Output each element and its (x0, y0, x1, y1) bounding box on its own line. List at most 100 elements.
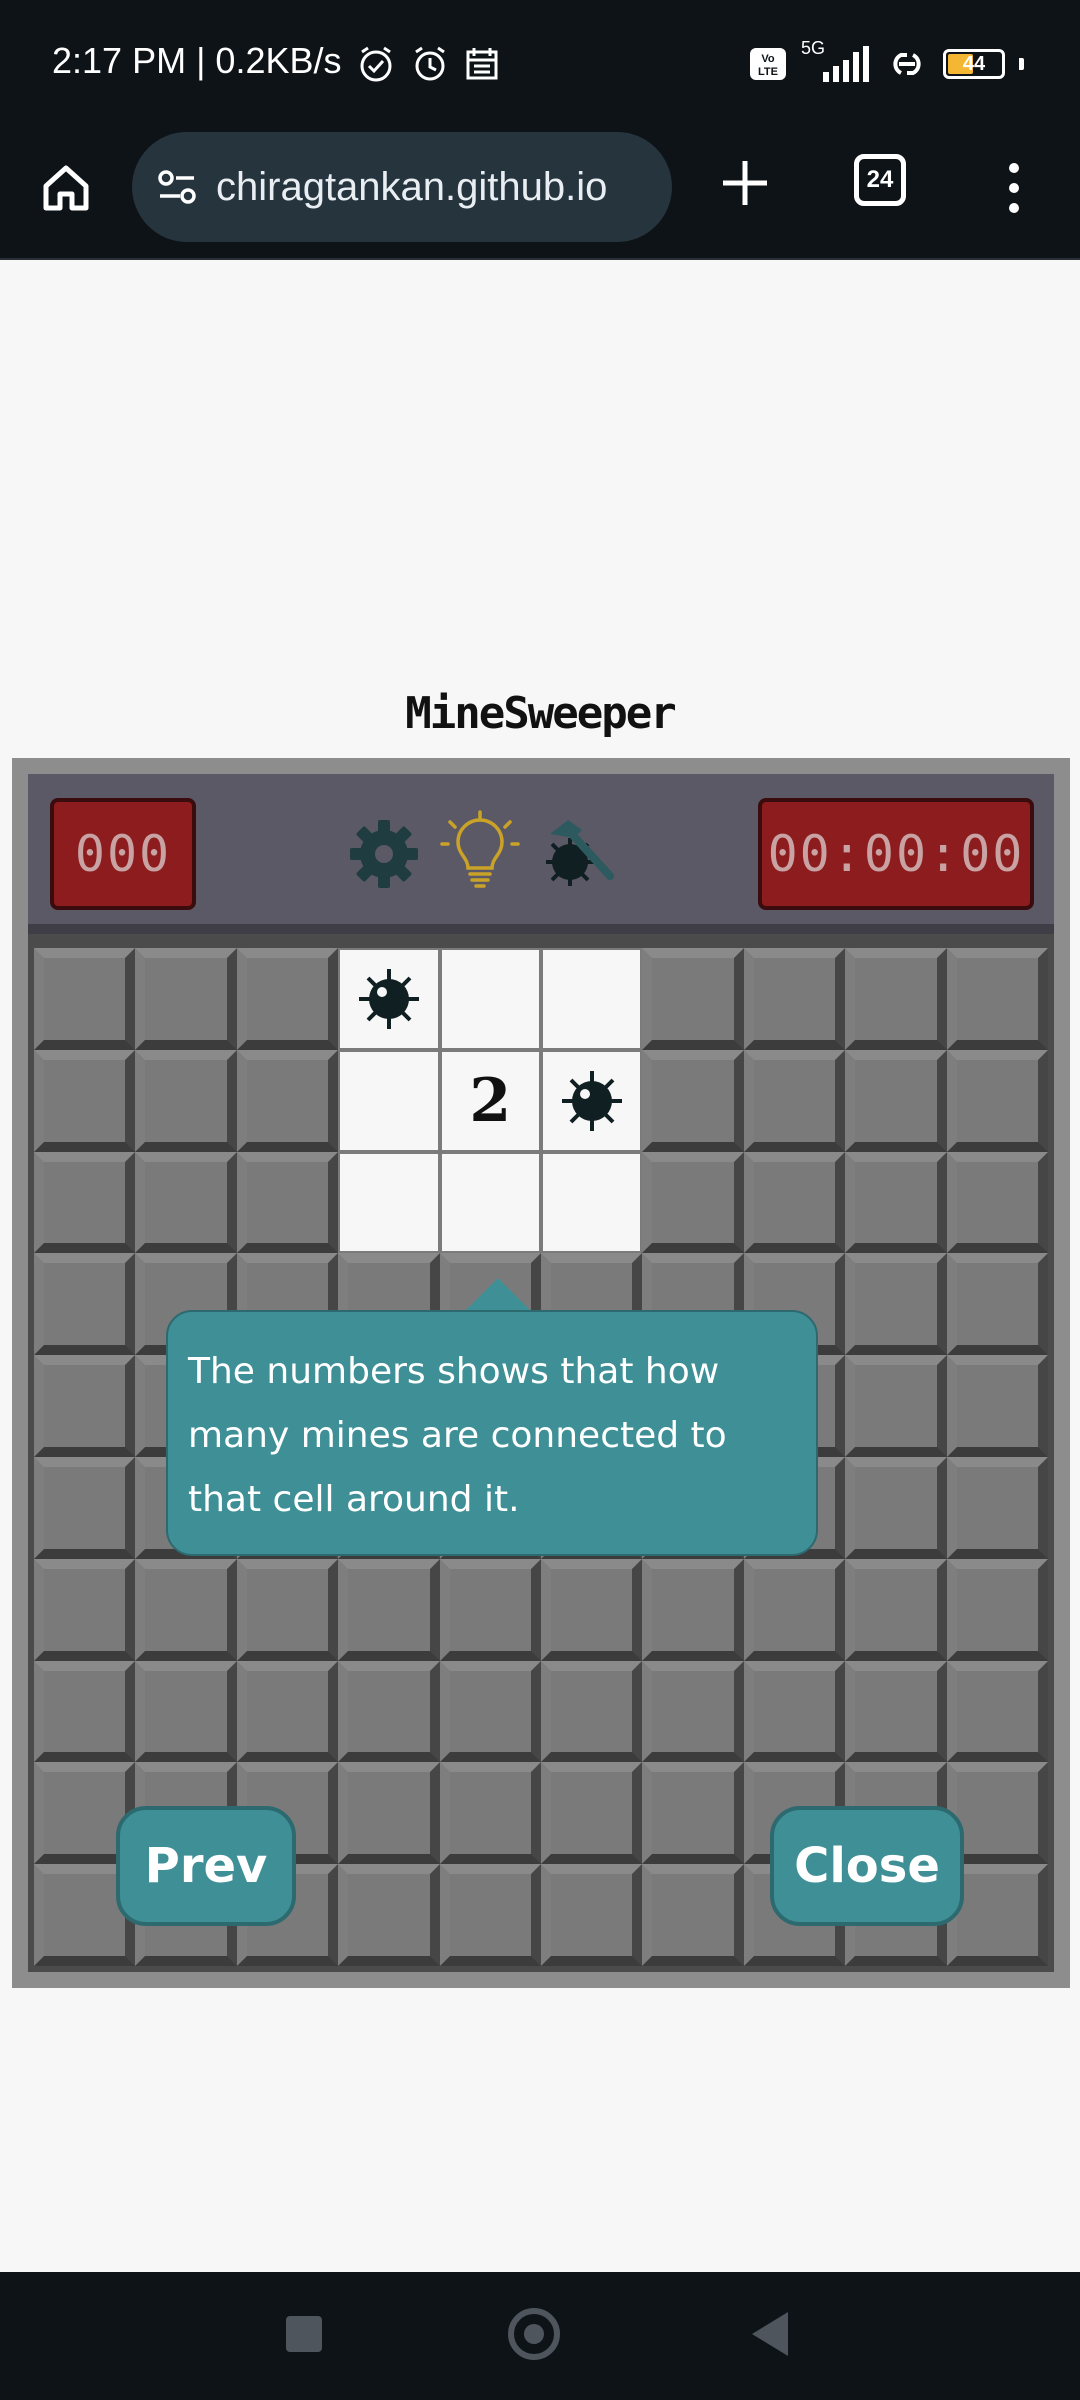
cell[interactable] (34, 1355, 136, 1457)
cell[interactable] (946, 1558, 1048, 1661)
cell[interactable] (338, 1660, 440, 1763)
cell-number[interactable]: 2 (439, 1049, 541, 1152)
back-button[interactable] (752, 2312, 788, 2356)
game-header: 000 00:00:00 (28, 774, 1054, 934)
home-button[interactable] (30, 152, 102, 224)
cell[interactable] (845, 1355, 947, 1457)
status-time: 2:17 PM | 0.2KB/s (52, 40, 342, 81)
cell[interactable] (845, 948, 947, 1050)
timer: 00:00:00 (758, 798, 1034, 910)
cell[interactable] (743, 948, 846, 1050)
mine-icon (561, 1070, 622, 1131)
cell[interactable] (439, 1864, 541, 1966)
cell[interactable] (236, 1151, 339, 1254)
cell[interactable] (34, 1049, 136, 1152)
cell[interactable] (743, 1151, 846, 1254)
cell[interactable] (439, 1660, 541, 1763)
alarm-icon (415, 46, 445, 81)
cell[interactable] (845, 1049, 947, 1152)
cell[interactable] (135, 1558, 237, 1661)
cell[interactable] (338, 1558, 440, 1661)
hint-bulb-icon[interactable] (440, 810, 520, 894)
cell[interactable] (34, 1253, 136, 1356)
cell[interactable] (439, 1558, 541, 1661)
cell[interactable] (540, 1558, 643, 1661)
cell[interactable] (338, 1864, 440, 1966)
browser-toolbar: chiragtankan.github.io 24 (0, 132, 1080, 260)
cell[interactable] (34, 1660, 136, 1763)
new-tab-button[interactable] (710, 148, 780, 218)
cell-empty[interactable] (439, 1151, 541, 1254)
cell[interactable] (642, 1558, 744, 1661)
cell[interactable] (845, 1253, 947, 1356)
cell[interactable] (743, 1558, 846, 1661)
cell[interactable] (34, 1558, 136, 1661)
battery-tip (1019, 58, 1024, 70)
cell[interactable] (946, 1253, 1048, 1356)
home-nav-button[interactable] (508, 2308, 560, 2360)
menu-dot (1009, 163, 1019, 173)
plus-icon (723, 161, 767, 205)
cell[interactable] (743, 1049, 846, 1152)
cell[interactable] (135, 1049, 237, 1152)
cell[interactable] (946, 1456, 1048, 1559)
cell[interactable] (236, 1049, 339, 1152)
cell[interactable] (135, 1151, 237, 1254)
cell[interactable] (743, 1660, 846, 1763)
recents-button[interactable] (286, 2316, 322, 2352)
status-right: Vo LTE 5G 44 (749, 38, 1024, 84)
cell-empty[interactable] (540, 948, 643, 1050)
cell-empty[interactable] (439, 948, 541, 1050)
cell[interactable] (540, 1660, 643, 1763)
battery-level: 44 (962, 52, 986, 75)
hammer-mine-icon[interactable] (530, 808, 620, 898)
cell[interactable] (540, 1864, 643, 1966)
cell[interactable] (946, 1049, 1048, 1152)
link-icon (893, 53, 921, 75)
cell[interactable] (540, 1762, 643, 1865)
cell[interactable] (946, 1355, 1048, 1457)
site-settings-icon[interactable] (154, 164, 200, 210)
close-button[interactable]: Close (770, 1806, 964, 1926)
cell[interactable] (236, 1558, 339, 1661)
tab-switcher-button[interactable]: 24 (854, 154, 906, 206)
address-bar[interactable]: chiragtankan.github.io (132, 132, 672, 242)
cell[interactable] (642, 1660, 744, 1763)
tooltip-arrow (464, 1278, 532, 1312)
cell[interactable] (236, 948, 339, 1050)
cell-empty[interactable] (338, 1151, 440, 1254)
cell[interactable] (642, 1049, 744, 1152)
cell-mine[interactable] (540, 1049, 643, 1152)
calendar-icon (466, 48, 498, 80)
cell-empty[interactable] (338, 1049, 440, 1152)
menu-button[interactable] (996, 150, 1032, 226)
cell[interactable] (642, 1762, 744, 1865)
cell[interactable] (946, 1660, 1048, 1763)
cell[interactable] (845, 1660, 947, 1763)
game-title: MineSweeper (405, 688, 676, 739)
cell[interactable] (135, 1660, 237, 1763)
home-icon (43, 165, 89, 211)
cell[interactable] (845, 1151, 947, 1254)
prev-button[interactable]: Prev (116, 1806, 296, 1926)
cell[interactable] (946, 948, 1048, 1050)
gear-icon[interactable] (344, 814, 424, 894)
cell[interactable] (642, 948, 744, 1050)
cell[interactable] (845, 1456, 947, 1559)
status-bar: 2:17 PM | 0.2KB/s Vo LTE 5G 44 (0, 0, 1080, 132)
cell[interactable] (946, 1151, 1048, 1254)
cell-mine[interactable] (338, 948, 440, 1050)
cell-empty[interactable] (540, 1151, 643, 1254)
cell[interactable] (135, 948, 237, 1050)
cell[interactable] (642, 1864, 744, 1966)
cell[interactable] (34, 948, 136, 1050)
cell[interactable] (34, 1151, 136, 1254)
cell[interactable] (439, 1762, 541, 1865)
cell[interactable] (642, 1151, 744, 1254)
alarm-check-icon (360, 46, 392, 82)
cell[interactable] (236, 1660, 339, 1763)
status-icons (356, 44, 500, 84)
cell[interactable] (338, 1762, 440, 1865)
cell[interactable] (34, 1456, 136, 1559)
cell[interactable] (845, 1558, 947, 1661)
